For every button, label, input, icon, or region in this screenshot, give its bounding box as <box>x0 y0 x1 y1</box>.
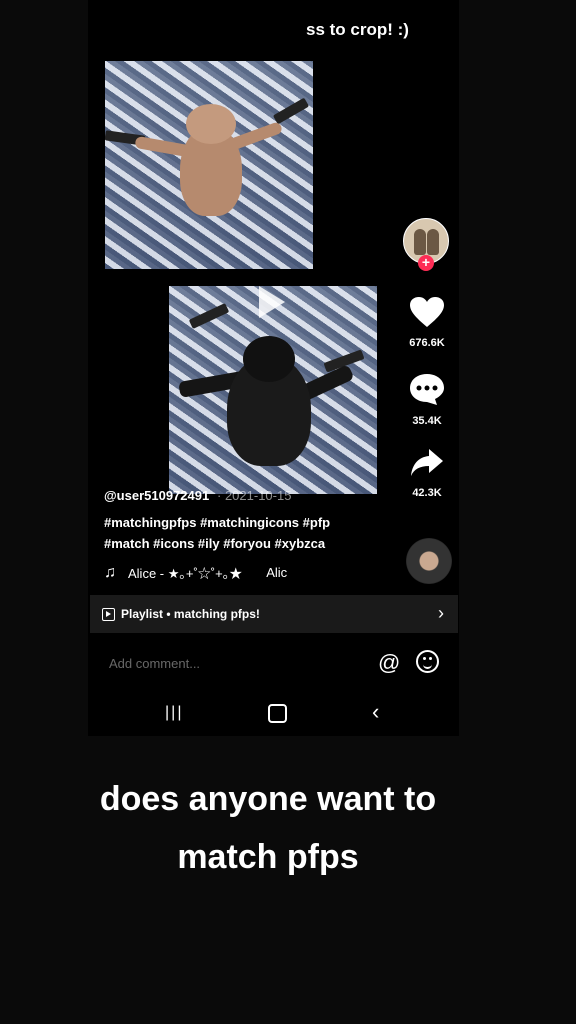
video-top-caption: ss to crop! :) <box>306 20 409 39</box>
chevron-right-icon: › <box>438 603 444 623</box>
post-username[interactable]: @user510972491 <box>104 488 209 503</box>
caption-line: does anyone want to <box>99 780 437 818</box>
music-ticker[interactable]: ♫ Alice - ★｡+˚☆˚+｡★ Alic <box>104 563 287 582</box>
recent-apps-icon[interactable]: ||| <box>165 704 183 722</box>
emoji-icon[interactable] <box>416 650 439 673</box>
hashtags-line[interactable]: #matchingpfps #matchingicons #pfp <box>104 512 384 533</box>
gun-graphic <box>188 303 230 329</box>
comment-bar: Add comment... @ <box>90 640 458 684</box>
caption-line: match pfps <box>177 838 359 876</box>
music-title-repeat: Alic <box>266 565 288 580</box>
post-date: · 2021-10-15 <box>217 488 292 503</box>
music-title: Alice - ★｡+˚☆˚+｡★ <box>128 566 243 581</box>
playlist-bar[interactable]: Playlist • matching pfps! › <box>90 595 458 633</box>
cat-photo-left <box>105 61 313 269</box>
cat-figure <box>180 104 242 216</box>
hashtags-line[interactable]: #match #icons #ily #foryou #xybzca <box>104 533 384 554</box>
heart-icon <box>410 297 444 327</box>
home-icon[interactable] <box>268 704 287 723</box>
music-disc[interactable] <box>406 538 452 584</box>
like-count: 676.6K <box>409 337 445 349</box>
comment-button[interactable]: 35.4K <box>405 372 449 427</box>
gun-graphic <box>272 97 310 125</box>
music-note-icon: ♫ <box>104 563 116 581</box>
playlist-icon <box>102 607 115 621</box>
share-arrow-icon <box>411 449 443 476</box>
playlist-label: Playlist • matching pfps! <box>121 607 260 621</box>
mention-icon[interactable]: @ <box>378 650 400 676</box>
back-icon[interactable]: ‹ <box>372 699 379 725</box>
play-icon[interactable] <box>259 286 285 318</box>
follow-plus-icon[interactable]: + <box>418 255 434 271</box>
comment-count: 35.4K <box>412 415 442 427</box>
share-button[interactable]: 42.3K <box>405 448 449 499</box>
cat-figure <box>227 336 311 466</box>
comment-input[interactable]: Add comment... <box>109 656 200 671</box>
post-hashtags: #matchingpfps #matchingicons #pfp #match… <box>104 512 384 554</box>
like-button[interactable]: 676.6K <box>405 296 449 349</box>
comment-bubble-icon <box>410 374 444 405</box>
share-count: 42.3K <box>412 487 442 499</box>
